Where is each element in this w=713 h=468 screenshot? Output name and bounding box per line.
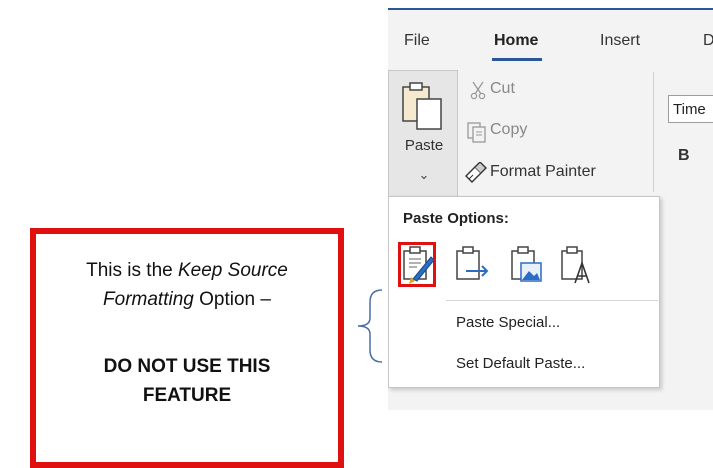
keep-text-only-icon[interactable] <box>559 245 595 285</box>
copy-icon <box>467 122 486 143</box>
font-name-dropdown[interactable]: Time <box>668 95 713 123</box>
chevron-down-icon[interactable]: ⌄ <box>389 167 459 183</box>
curly-brace-connector <box>357 289 383 363</box>
scissors-icon <box>470 81 486 100</box>
tab-insert[interactable]: Insert <box>600 32 640 50</box>
tab-file[interactable]: File <box>404 32 430 50</box>
set-default-paste-menu-item[interactable]: Set Default Paste... <box>456 355 585 372</box>
tab-partial[interactable]: D <box>703 32 713 50</box>
paste-button[interactable]: Paste ⌄ <box>388 70 458 198</box>
callout-line-2: Formatting Option – <box>30 289 344 311</box>
merge-formatting-icon[interactable] <box>454 245 490 285</box>
paste-label: Paste <box>404 137 444 154</box>
cut-button[interactable]: Cut <box>490 80 515 98</box>
ribbon-top-strip <box>388 0 713 8</box>
dropdown-divider <box>446 300 658 301</box>
keep-source-highlight-box <box>398 242 436 287</box>
clipboard-icon <box>402 82 442 130</box>
callout-text-italic: Formatting <box>103 289 194 310</box>
active-tab-indicator <box>492 58 542 61</box>
group-separator <box>653 72 654 192</box>
format-painter-button[interactable]: Format Painter <box>490 163 596 181</box>
tab-home[interactable]: Home <box>494 32 538 50</box>
paste-options-header: Paste Options: <box>403 210 509 227</box>
callout-text-plain: This is the <box>86 260 178 281</box>
paste-special-menu-item[interactable]: Paste Special... <box>456 314 560 331</box>
callout-text-italic: Keep Source <box>178 260 288 281</box>
callout-line-1: This is the Keep Source <box>30 260 344 282</box>
ribbon-accent-line <box>388 8 713 10</box>
callout-warning-line-2: FEATURE <box>142 385 232 406</box>
word-ribbon: File Home Insert D Paste ⌄ Cut Copy Form… <box>388 0 713 410</box>
copy-button[interactable]: Copy <box>490 121 527 139</box>
format-painter-icon <box>465 162 487 183</box>
callout-text-plain: Option – <box>193 289 271 310</box>
picture-icon[interactable] <box>509 245 545 285</box>
callout-warning-line-1: DO NOT USE THIS <box>103 356 271 377</box>
bold-button[interactable]: B <box>678 147 690 165</box>
